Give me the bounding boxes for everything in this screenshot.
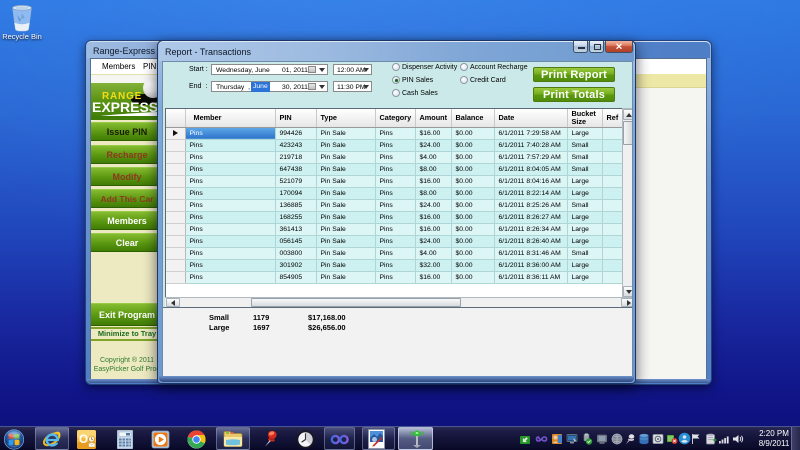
svg-text:O: O [79, 434, 88, 446]
